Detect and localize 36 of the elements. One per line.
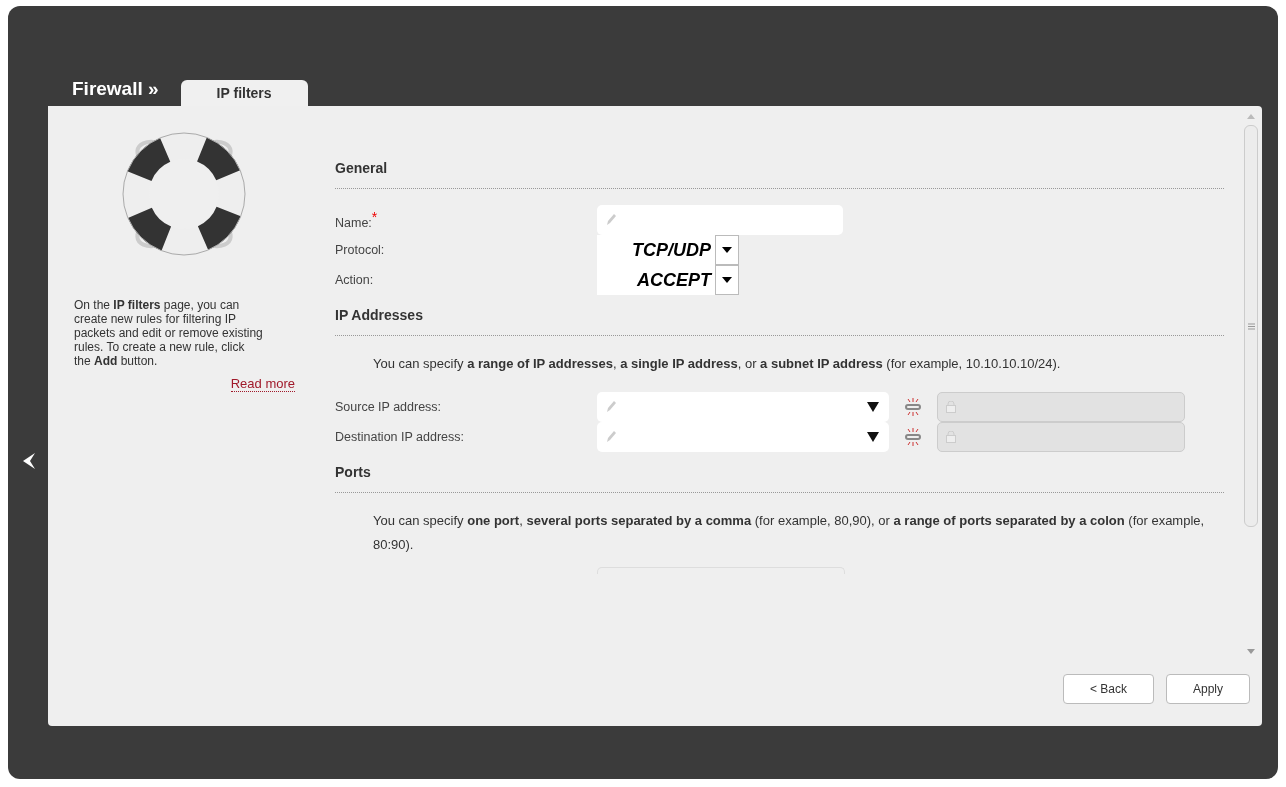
broken-link-icon[interactable] (905, 428, 921, 446)
lock-icon (946, 401, 956, 413)
field-label: Source IP address: (335, 400, 443, 414)
tab[interactable]: IP filters (180, 80, 308, 106)
field-label: Destination IP address: (335, 430, 465, 444)
caret-icon (722, 247, 732, 253)
ip-address-field[interactable] (597, 392, 889, 422)
section-note: You can specify one port, several ports separated by a comma (for example, 80,90), or a range of ports separated by a colon (for example, 80:90). (372, 512, 1206, 554)
scroll-down-icon[interactable] (1247, 649, 1255, 654)
ip-address-field[interactable] (597, 422, 889, 452)
name-field[interactable] (597, 205, 843, 235)
page-title: Firewall » (72, 78, 159, 101)
broken-link-icon[interactable] (905, 398, 921, 416)
help-text: On the IP filters page, you can create new rules for filtering IP packets and edit or remove existing rules. To create a new rule, click the Add button. (74, 298, 264, 368)
grip-icon (1247, 322, 1255, 330)
section-title: General (335, 160, 1224, 189)
caret-icon (867, 402, 879, 412)
lock-icon (946, 431, 956, 443)
required-mark: * (371, 209, 378, 226)
caret-icon (867, 432, 879, 442)
pencil-icon (605, 430, 617, 444)
field-label: Protocol: (335, 243, 386, 257)
scrollbar[interactable] (1244, 114, 1258, 654)
section-title: Ports (335, 464, 1224, 493)
section-title: IP Addresses (335, 307, 1224, 336)
read-more-link[interactable]: Read more (230, 376, 295, 392)
scroll-thumb[interactable] (1244, 125, 1258, 527)
section-note: You can specify a range of IP addresses, a single IP address, or a subnet IP address (for example, 10.10.10.10/24). (372, 355, 1062, 373)
apply-button[interactable]: Apply (1165, 674, 1250, 704)
pencil-icon (605, 213, 617, 227)
field-label: Action: (335, 273, 375, 287)
caret-icon (722, 277, 732, 283)
collapse-arrow-icon[interactable] (22, 452, 36, 470)
pencil-icon (605, 400, 617, 414)
scroll-up-icon[interactable] (1247, 114, 1255, 119)
back-button[interactable]: < Back (1062, 674, 1154, 704)
